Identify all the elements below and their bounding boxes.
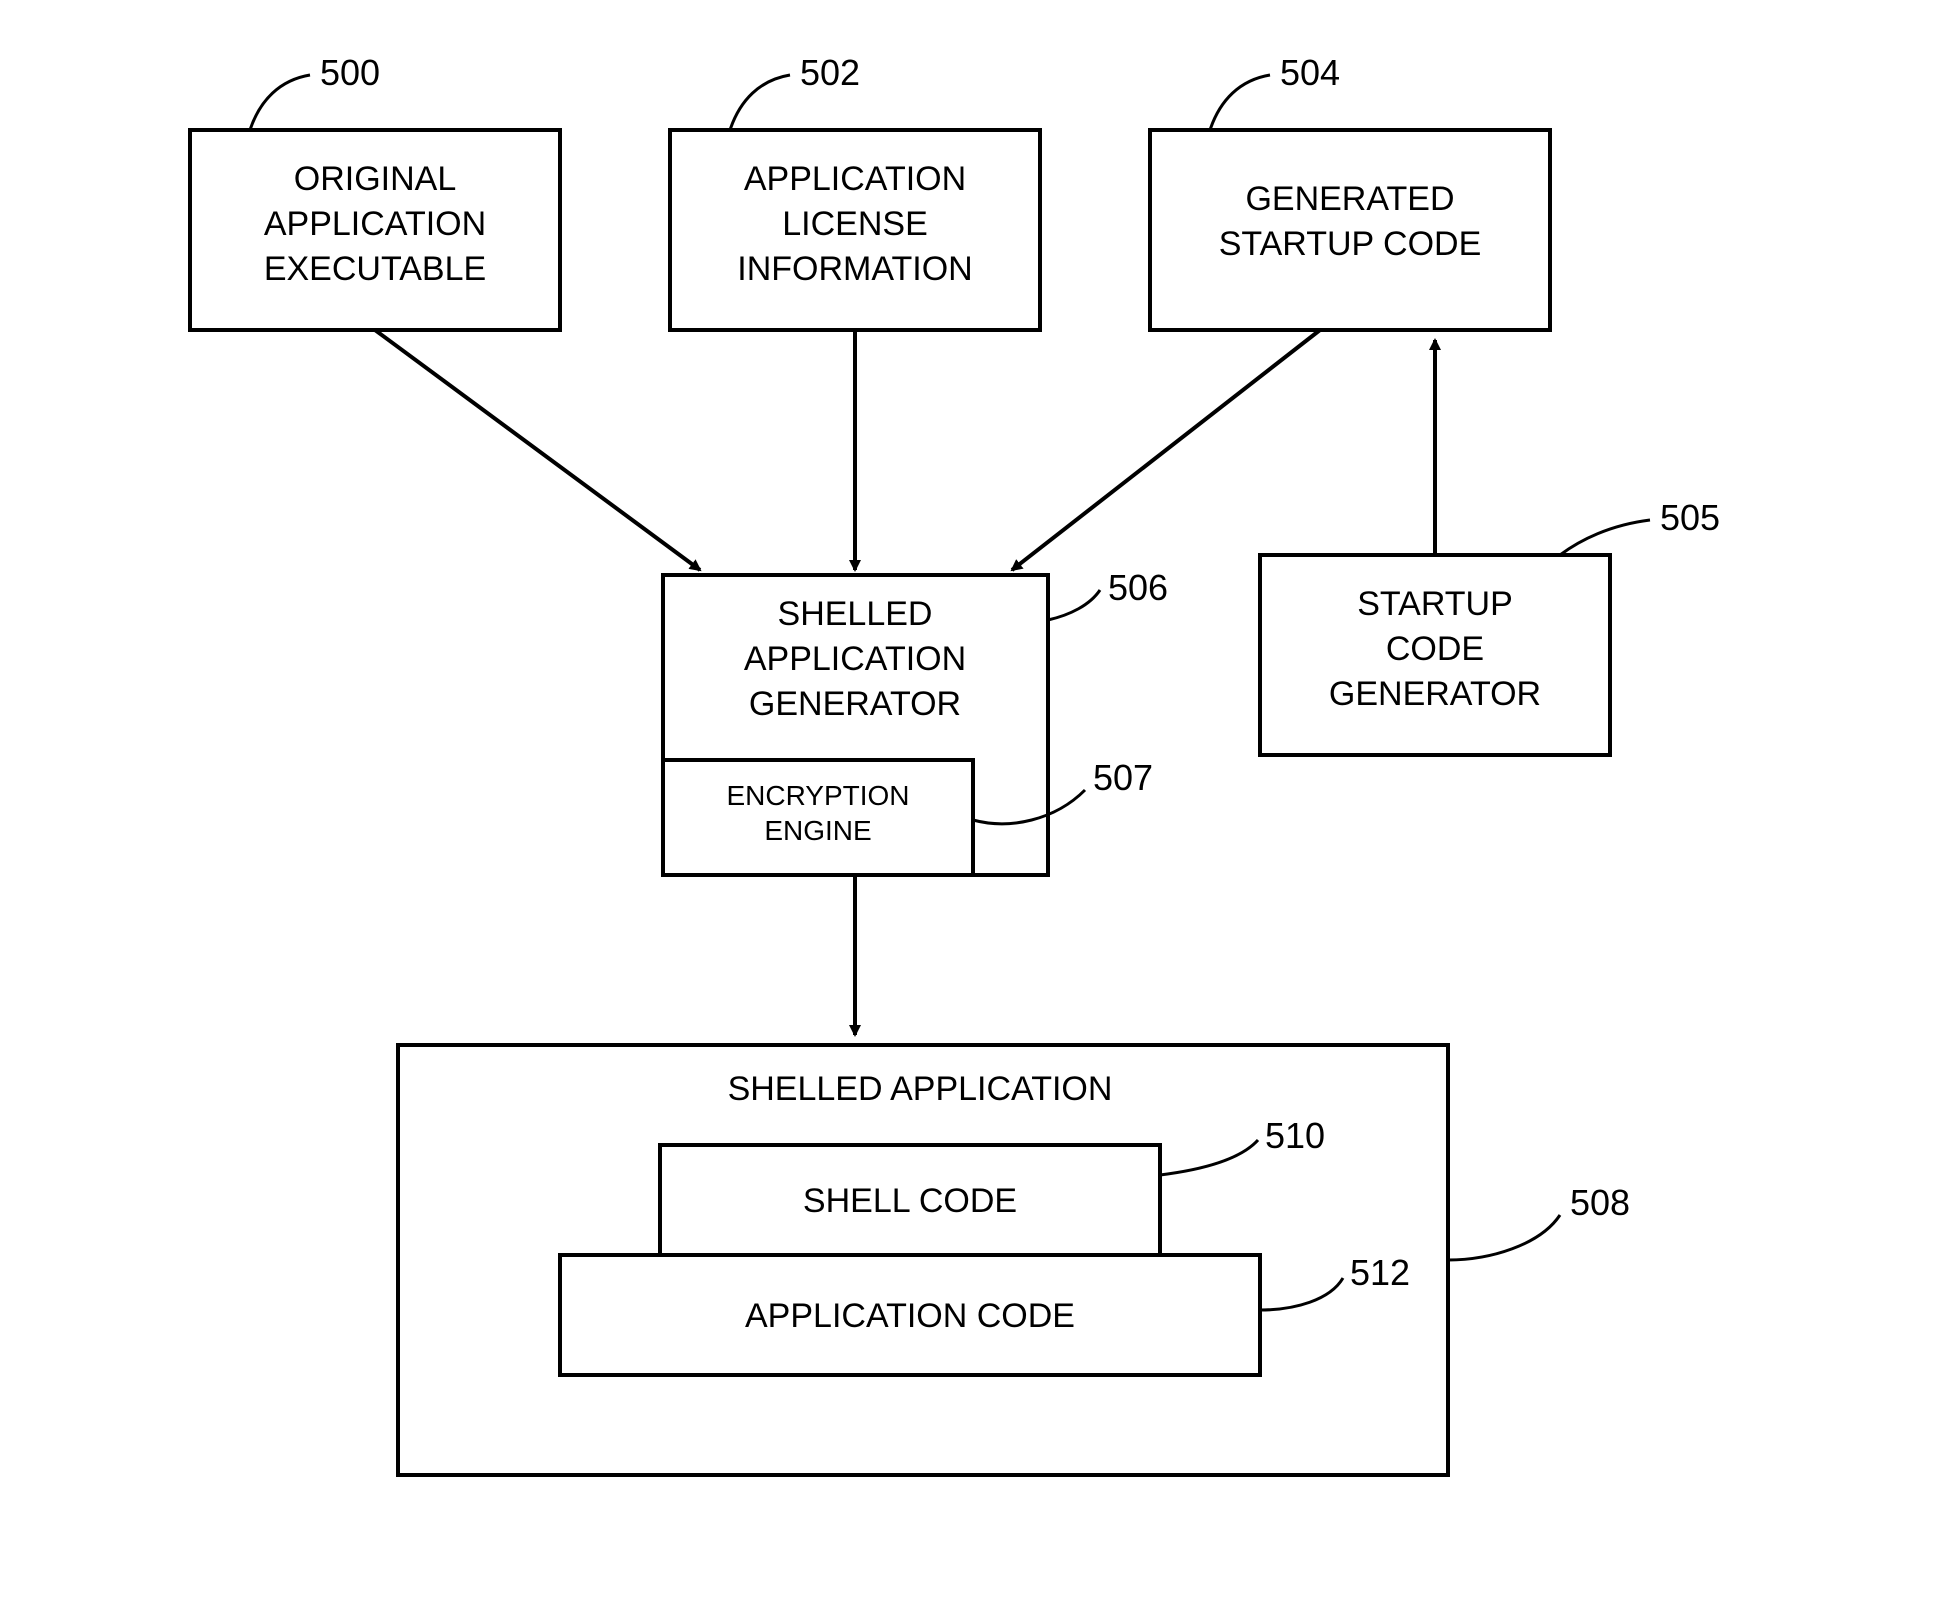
ref-512: 512 [1350,1252,1410,1293]
box-original-application-executable: ORIGINAL APPLICATION EXECUTABLE [190,130,560,330]
box-generated-startup-code: GENERATED STARTUP CODE [1150,130,1550,330]
ref-500: 500 [320,52,380,93]
text-line: STARTUP CODE [1219,225,1482,263]
lead-504 [1210,75,1270,130]
ref-502: 502 [800,52,860,93]
arrow-504-to-506 [1012,330,1320,570]
ref-508: 508 [1570,1182,1630,1223]
text-line: ENCRYPTION [726,780,909,811]
text-line: APPLICATION [744,160,966,198]
ref-505: 505 [1660,497,1720,538]
text-line: APPLICATION [264,205,486,243]
arrow-500-to-506 [375,330,700,570]
diagram-canvas: ORIGINAL APPLICATION EXECUTABLE 500 APPL… [0,0,1946,1604]
text-line: CODE [1386,630,1484,668]
lead-508 [1448,1215,1560,1260]
text-line: INFORMATION [737,250,972,288]
lead-506 [1048,590,1100,620]
text-line: SHELL CODE [803,1182,1017,1220]
ref-507: 507 [1093,757,1153,798]
box-startup-code-generator: STARTUP CODE GENERATOR [1260,555,1610,755]
box-application-license-information: APPLICATION LICENSE INFORMATION [670,130,1040,330]
ref-506: 506 [1108,567,1168,608]
text-line: EXECUTABLE [264,250,486,288]
lead-500 [250,75,310,130]
text-line: GENERATOR [1329,675,1541,713]
ref-510: 510 [1265,1115,1325,1156]
text-line: APPLICATION CODE [745,1297,1075,1335]
ref-504: 504 [1280,52,1340,93]
box-shell-code: SHELL CODE [660,1145,1160,1255]
lead-502 [730,75,790,130]
text-line: LICENSE [782,205,928,243]
text-line: ORIGINAL [294,160,456,198]
text-line: STARTUP [1357,585,1513,623]
text-line: GENERATOR [749,685,961,723]
lead-505 [1560,520,1650,555]
text-line: GENERATED [1245,180,1454,218]
text-line: SHELLED [778,595,933,633]
text-line: APPLICATION [744,640,966,678]
text-line: ENGINE [764,815,871,846]
text-line: SHELLED APPLICATION [728,1070,1113,1108]
box-encryption-engine: ENCRYPTION ENGINE [663,760,973,875]
box-application-code: APPLICATION CODE [560,1255,1260,1375]
